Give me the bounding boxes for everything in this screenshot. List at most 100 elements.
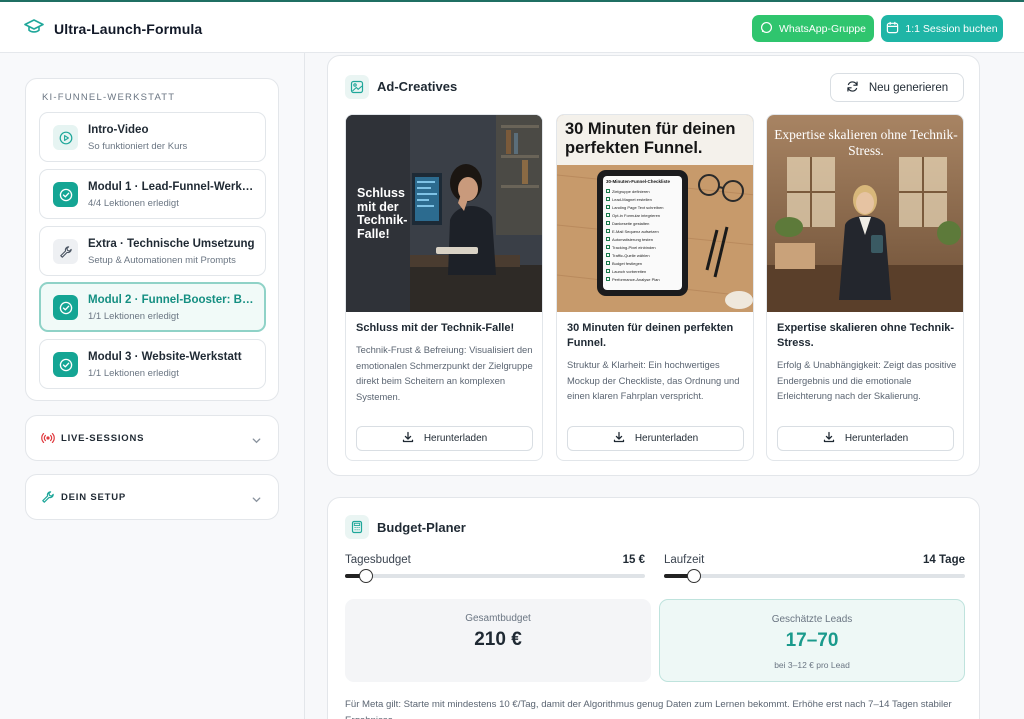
duration-slider[interactable] (664, 569, 965, 583)
checkbox-icon (606, 245, 610, 249)
ad-title: Expertise skalieren ohne Technik-Stress. (777, 322, 955, 349)
daily-budget-label: Tagesbudget (345, 554, 411, 566)
checkbox-icon (606, 189, 610, 193)
check-circle-icon (53, 352, 78, 377)
download-button[interactable]: Herunterladen (356, 426, 533, 451)
checklist-item: Zielgruppe definieren (606, 187, 680, 195)
checkbox-icon (606, 197, 610, 201)
play-icon (53, 125, 78, 150)
whatsapp-group-label: WhatsApp-Gruppe (779, 22, 866, 35)
ad-description: Technik-Frust & Befreiung: Visualisiert … (356, 344, 533, 402)
sidebar-item-modul-1[interactable]: Modul 1 · Lead-Funnel-Werkstatt 4/4 Lekt… (39, 169, 266, 219)
budget-hint: Für Meta gilt: Starte mit mindestens 10 … (345, 699, 952, 719)
ad-title: Schluss mit der Technik-Falle! (356, 322, 515, 334)
module-title: Intro-Video (88, 124, 149, 136)
download-label: Herunterladen (423, 433, 488, 444)
checklist-item-label: Traffic-Quelle wählen (612, 252, 650, 258)
ad-creatives-panel: Ad-Creatives Neu generieren Schluss mit … (327, 55, 980, 476)
checklist-item: Dankeseite gestalten (606, 219, 680, 227)
duration-slider-thumb[interactable] (687, 569, 702, 583)
module-subtitle: So funktioniert der Kurs (88, 141, 188, 152)
sidebar-item-intro-video[interactable]: Intro-Video So funktioniert der Kurs (39, 112, 266, 162)
checklist-item-label: Performance-Analyse Plan (612, 276, 660, 282)
checklist-item: Opt-in Formular integrieren (606, 211, 680, 219)
estimated-leads-box: Geschätzte Leads 17–70 bei 3–12 € pro Le… (659, 599, 965, 682)
budget-planner-panel: Budget-Planer Tagesbudget 15 € Laufzeit … (327, 497, 980, 719)
download-button[interactable]: Herunterladen (567, 426, 744, 451)
ad-card: Schluss mit der Technik-Falle! Schluss m… (345, 114, 543, 461)
ad-image-expertise: Expertise skalieren ohne Technik-Stress. (767, 115, 963, 312)
module-subtitle: 4/4 Lektionen erledigt (88, 198, 179, 209)
broadcast-icon (41, 431, 55, 450)
budget-planner-title: Budget-Planer (377, 520, 466, 535)
ad-image-technik-falle: Schluss mit der Technik-Falle! (346, 115, 542, 312)
regenerate-button[interactable]: Neu generieren (830, 73, 964, 102)
top-bar: Ultra-Launch-Formula WhatsApp-Gruppe 1:1… (0, 0, 1024, 53)
duration-value: 14 Tage (923, 554, 965, 566)
total-budget-value: 210 € (474, 629, 522, 650)
module-subtitle: 1/1 Lektionen erledigt (88, 368, 179, 379)
whatsapp-group-button[interactable]: WhatsApp-Gruppe (752, 15, 874, 42)
ad-title: 30 Minuten für deinen perfekten Funnel. (567, 322, 734, 349)
daily-budget-slider[interactable] (345, 569, 645, 583)
brand[interactable]: Ultra-Launch-Formula (24, 17, 202, 40)
sidebar-item-extra-technik[interactable]: Extra · Technische Umsetzung Setup & Aut… (39, 226, 266, 276)
checkbox-icon (606, 253, 610, 257)
live-sessions-label: LIVE-SESSIONS (61, 433, 145, 444)
ad-card: Expertise skalieren ohne Technik-Stress.… (766, 114, 964, 461)
checklist-item-label: Zielgruppe definieren (612, 188, 650, 194)
ad-description: Struktur & Klarheit: Ein hochwertiges Mo… (567, 359, 740, 401)
regenerate-label: Neu generieren (868, 81, 949, 94)
total-budget-label: Gesamtbudget (465, 613, 531, 624)
module-title: Modul 1 · Lead-Funnel-Werkstatt (88, 181, 258, 193)
checkbox-icon (606, 261, 610, 265)
download-icon (402, 431, 414, 446)
check-circle-icon (53, 182, 78, 207)
whatsapp-icon (760, 21, 773, 37)
sidebar-item-modul-2[interactable]: Modul 2 · Funnel-Booster: Budget 1/1 Lek… (39, 282, 266, 332)
book-session-button[interactable]: 1:1 Session buchen (881, 15, 1003, 42)
book-session-label: 1:1 Session buchen (905, 22, 998, 35)
checklist-item: Launch vorbereiten (606, 267, 680, 275)
daily-budget-slider-thumb[interactable] (359, 569, 373, 583)
graduation-cap-icon (24, 17, 44, 40)
ad-image-headline: 30 Minuten für deinen perfekten Funnel. (565, 120, 736, 157)
sidebar-item-modul-3[interactable]: Modul 3 · Website-Werkstatt 1/1 Lektione… (39, 339, 266, 389)
checklist-items: Zielgruppe definieren Lead-Magnet erstell… (606, 187, 680, 283)
download-label: Herunterladen (844, 433, 909, 444)
module-title: Modul 3 · Website-Werkstatt (88, 351, 242, 363)
module-title: Modul 2 · Funnel-Booster: Budget (88, 294, 258, 306)
group-label: KI-FUNNEL-WERKSTATT (42, 92, 176, 103)
checklist-item-label: E-Mail Sequenz aufsetzen (612, 228, 659, 234)
checklist-mockup: 30-Minuten-Funnel-Checkliste Zielgruppe … (606, 179, 680, 283)
ad-image-headline: Schluss mit der Technik-Falle! (357, 186, 408, 241)
checklist-item: Performance-Analyse Plan (606, 275, 680, 283)
checklist-item-label: Tracking-Pixel einbinden (612, 244, 656, 250)
download-button[interactable]: Herunterladen (777, 426, 954, 451)
total-budget-box: Gesamtbudget 210 € (345, 599, 651, 682)
checklist-item: Tracking-Pixel einbinden (606, 243, 680, 251)
wrench-icon (53, 239, 78, 264)
checklist-item-label: Opt-in Formular integrieren (612, 212, 661, 218)
checkbox-icon (606, 269, 610, 273)
ad-image-headline: Expertise skalieren ohne Technik-Stress. (774, 127, 958, 158)
dein-setup-section[interactable]: DEIN SETUP (25, 474, 279, 520)
calculator-icon (345, 515, 369, 539)
module-title: Extra · Technische Umsetzung (88, 238, 255, 250)
live-sessions-section[interactable]: LIVE-SESSIONS (25, 415, 279, 461)
checklist-item: Landing Page Text schreiben (606, 203, 680, 211)
chevron-down-icon (251, 492, 262, 510)
checklist-item: E-Mail Sequenz aufsetzen (606, 227, 680, 235)
checkbox-icon (606, 205, 610, 209)
estimated-leads-label: Geschätzte Leads (771, 614, 853, 625)
checklist-item: Lead-Magnet erstellen (606, 195, 680, 203)
download-icon (823, 431, 835, 446)
checklist-title: 30-Minuten-Funnel-Checkliste (606, 179, 671, 184)
module-subtitle: Setup & Automationen mit Prompts (88, 255, 236, 266)
app-title: Ultra-Launch-Formula (54, 20, 203, 37)
module-subtitle: 1/1 Lektionen erledigt (88, 311, 179, 322)
checkbox-icon (606, 213, 610, 217)
download-icon (613, 431, 625, 446)
main-content[interactable]: Ad-Creatives Neu generieren Schluss mit … (305, 53, 1024, 719)
calendar-icon (886, 21, 899, 37)
